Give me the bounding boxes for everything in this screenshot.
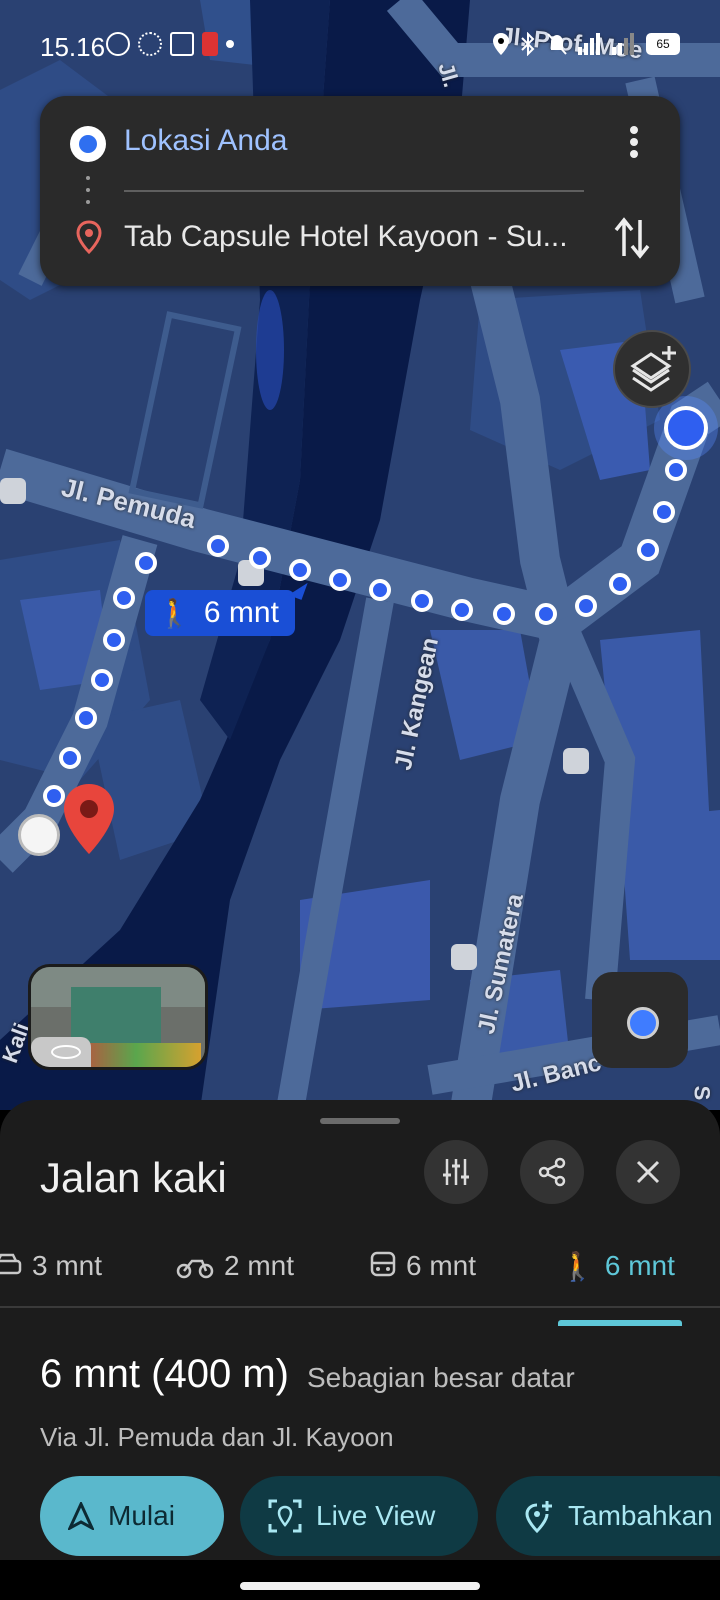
active-tab-indicator — [558, 1320, 682, 1326]
transit-icon — [370, 1251, 396, 1277]
signal-2-icon — [612, 33, 634, 55]
route-via: Via Jl. Pemuda dan Jl. Kayoon — [40, 1422, 394, 1452]
tab-driving[interactable]: 3 mnt — [0, 1224, 102, 1308]
tab-transit-label: 6 mnt — [406, 1250, 477, 1281]
pegman-marker — [18, 814, 60, 856]
navigation-arrow-icon — [68, 1502, 94, 1530]
route-divider — [124, 190, 584, 192]
tab-motorcycle-label: 2 mnt — [224, 1250, 295, 1281]
sliders-icon — [443, 1159, 469, 1185]
destination-pin-outline-icon — [76, 220, 102, 254]
live-view-button-label: Live View — [316, 1500, 436, 1531]
route-duration: 6 mnt (400 m) — [40, 1352, 289, 1396]
origin-dot-icon — [70, 126, 106, 162]
live-view-button[interactable]: Live View — [240, 1476, 478, 1556]
add-stop-button[interactable]: Tambahkan — [496, 1476, 720, 1556]
pay-icon — [202, 32, 218, 56]
360-view-icon — [51, 1045, 81, 1059]
sync-icon — [138, 32, 162, 56]
route-connector-dots — [86, 176, 90, 206]
current-location-marker — [664, 406, 708, 450]
add-stop-button-label: Tambahkan — [568, 1500, 713, 1531]
tab-driving-label: 3 mnt — [32, 1250, 103, 1281]
travel-mode-tabs: 3 mnt 2 mnt 6 mnt 🚶 6 mnt — [0, 1224, 720, 1308]
more-notifications-icon — [226, 40, 234, 48]
tab-transit[interactable]: 6 mnt — [370, 1224, 476, 1308]
whatsapp-icon — [106, 32, 130, 56]
start-button-label: Mulai — [108, 1500, 175, 1531]
close-icon — [636, 1160, 660, 1184]
walk-icon: 🚶 — [560, 1250, 595, 1282]
layers-button[interactable] — [613, 330, 691, 408]
motorcycle-icon — [176, 1259, 214, 1279]
terrain-note: Sebagian besar datar — [306, 1362, 575, 1393]
tab-walking-label: 6 mnt — [604, 1250, 675, 1281]
status-time: 15.16 — [40, 32, 106, 62]
street-view-thumbnail[interactable] — [28, 964, 208, 1070]
bluetooth-icon — [521, 32, 535, 56]
route-card: Lokasi Anda Tab Capsule Hotel Kayoon - S… — [40, 96, 680, 286]
tab-walking[interactable]: 🚶 6 mnt — [560, 1224, 675, 1308]
status-bar: 15.16 65 — [0, 0, 720, 92]
route-options-button[interactable] — [424, 1140, 488, 1204]
mute-icon — [547, 33, 567, 55]
my-location-button[interactable] — [592, 972, 688, 1068]
add-location-icon — [525, 1501, 552, 1533]
sheet-drag-handle[interactable] — [320, 1118, 400, 1124]
copy-icon — [170, 32, 194, 56]
destination-field[interactable]: Tab Capsule Hotel Kayoon - Su... — [124, 220, 594, 254]
route-duration-label[interactable]: 🚶 6 mnt — [145, 590, 295, 636]
start-button[interactable]: Mulai — [40, 1476, 224, 1556]
live-view-icon — [268, 1499, 302, 1533]
share-button[interactable] — [520, 1140, 584, 1204]
location-icon — [493, 33, 509, 55]
layers-icon — [630, 346, 676, 392]
route-summary: 6 mnt (400 m) Sebagian besar datar — [40, 1352, 575, 1397]
walk-icon: 🚶 — [157, 597, 192, 629]
more-options-icon[interactable] — [618, 122, 650, 162]
system-nav-bar — [0, 1560, 720, 1600]
car-icon — [0, 1253, 22, 1275]
directions-sheet: Jalan kaki 3 mnt 2 mnt 6 mnt 🚶 6 mnt 6 m… — [0, 1100, 720, 1560]
swap-directions-icon[interactable] — [612, 216, 652, 260]
origin-field[interactable]: Lokasi Anda — [124, 124, 287, 158]
signal-icon — [578, 33, 600, 55]
route-duration-text: 6 mnt — [203, 596, 279, 629]
home-gesture-bar[interactable] — [240, 1582, 480, 1590]
close-button[interactable] — [616, 1140, 680, 1204]
tab-motorcycle[interactable]: 2 mnt — [176, 1224, 294, 1308]
destination-pin-icon[interactable] — [62, 782, 116, 856]
travel-mode-title: Jalan kaki — [40, 1154, 227, 1201]
share-icon — [538, 1157, 566, 1187]
battery-icon: 65 — [646, 33, 680, 55]
